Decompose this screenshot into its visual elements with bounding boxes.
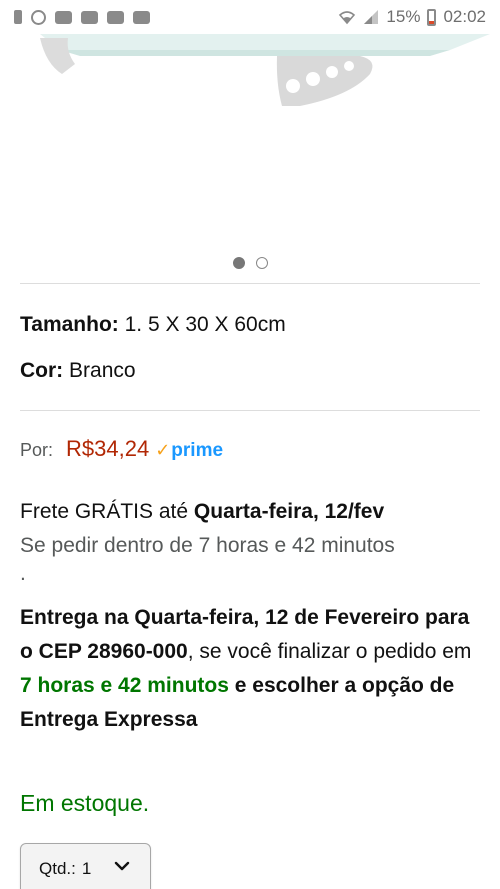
color-value: Branco [69,359,136,382]
battery-percent: 15% [386,7,421,26]
signal-icon [364,10,379,24]
status-bar-system: 15% 02:02 [338,7,486,27]
whatsapp-icon [31,9,46,25]
order-within-text: Se pedir dentro de 7 horas e 42 minutos [20,534,395,557]
express-delivery-info: Entrega na Quarta-feira, 12 de Fevereiro… [20,601,480,737]
prime-text: prime [171,440,224,461]
carousel-dot-active[interactable] [232,257,245,269]
wifi-icon [339,11,356,25]
free-shipping-text: Frete GRÁTIS até [20,500,189,523]
image-carousel-dots [0,257,500,269]
price-label: Por: [20,440,54,460]
quantity-value: 1 [81,859,92,878]
color-attribute: Cor: Branco [20,359,136,383]
price-row: Por: R$34,24 ✓ prime [20,436,223,462]
free-shipping-info: Frete GRÁTIS até Quarta-feira, 12/fev Se… [20,495,480,585]
chevron-down-icon [114,861,130,871]
youtube-icon [133,10,150,24]
product-image[interactable] [0,34,500,244]
status-bar-notifications [14,9,150,25]
status-bar: 15% 02:02 [0,0,500,34]
notification-icon [14,10,22,24]
youtube-icon [55,10,72,24]
order-within-dot: . [20,562,26,585]
stock-status: Em estoque. [20,790,150,816]
size-label: Tamanho: [20,313,119,336]
size-attribute: Tamanho: 1. 5 X 30 X 60cm [20,313,286,337]
divider [20,283,480,284]
express-delivery-condition: , se você finalizar o pedido em [187,640,472,663]
youtube-icon [107,10,124,24]
color-label: Cor: [20,359,64,382]
quantity-label: Qtd.: [39,859,76,878]
shelf-image [40,34,490,106]
youtube-icon [81,10,98,24]
prime-badge[interactable]: ✓ prime [155,440,223,462]
battery-icon [427,8,437,26]
carousel-dot[interactable] [255,257,268,269]
size-value: 1. 5 X 30 X 60cm [124,313,286,336]
clock: 02:02 [443,7,486,26]
express-delivery-countdown: 7 horas e 42 minutos [20,674,229,697]
divider [20,410,480,411]
prime-check-icon: ✓ [155,440,171,460]
price-value: R$34,24 [66,436,150,461]
free-shipping-date: Quarta-feira, 12/fev [193,500,385,523]
quantity-select[interactable]: Qtd.: 1 [20,843,151,889]
